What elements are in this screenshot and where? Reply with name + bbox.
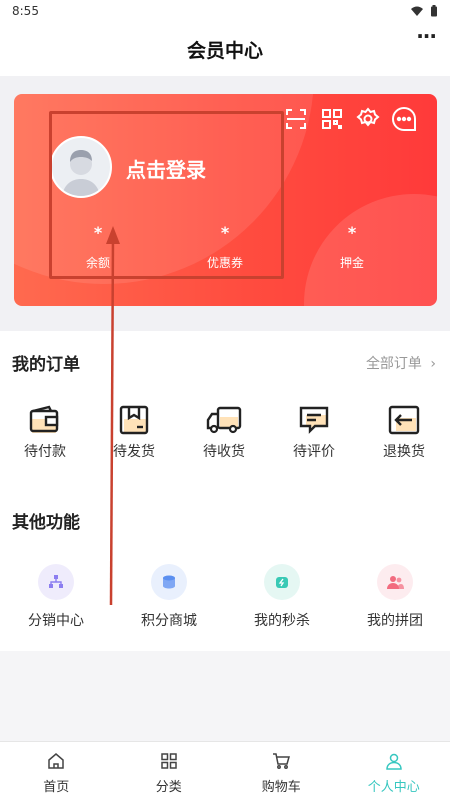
package-icon bbox=[119, 405, 149, 435]
member-card: 点击登录 * 余额 * 优惠券 * 押金 bbox=[14, 94, 437, 306]
order-label: 退换货 bbox=[383, 444, 425, 460]
tab-category[interactable]: 分类 bbox=[113, 742, 226, 801]
battery-icon bbox=[431, 5, 437, 17]
my-flash-sale[interactable]: 我的秒杀 bbox=[237, 564, 327, 630]
order-label: 待发货 bbox=[113, 444, 155, 460]
message-icon[interactable] bbox=[391, 106, 417, 132]
stat-value: * bbox=[220, 223, 230, 242]
other-functions-title: 其他功能 bbox=[12, 513, 80, 533]
tab-home[interactable]: 首页 bbox=[0, 742, 113, 801]
function-label: 分销中心 bbox=[28, 613, 84, 629]
distribution-center[interactable]: 分销中心 bbox=[11, 564, 101, 630]
bottom-tab-bar: 首页 分类 购物车 个人中心 bbox=[0, 741, 450, 801]
page-title: 会员中心 bbox=[186, 39, 263, 62]
login-link[interactable]: 点击登录 bbox=[126, 154, 206, 183]
tab-personal-center[interactable]: 个人中心 bbox=[338, 742, 450, 801]
tab-cart[interactable]: 购物车 bbox=[225, 742, 338, 801]
avatar[interactable] bbox=[50, 136, 112, 198]
status-time: 8:55 bbox=[12, 4, 39, 18]
cart-icon bbox=[273, 753, 291, 769]
comment-icon bbox=[299, 406, 329, 434]
my-group-buy[interactable]: 我的拼团 bbox=[350, 564, 440, 630]
stat-value: * bbox=[347, 223, 357, 242]
order-pending-receipt[interactable]: 待收货 bbox=[189, 405, 259, 461]
stat-balance[interactable]: * 余额 bbox=[58, 224, 138, 271]
function-label: 我的拼团 bbox=[367, 613, 423, 629]
tab-label: 购物车 bbox=[261, 780, 301, 795]
more-menu-button[interactable]: ··· bbox=[416, 24, 437, 48]
stat-deposit[interactable]: * 押金 bbox=[312, 224, 392, 271]
return-icon bbox=[388, 405, 420, 435]
order-pending-shipment[interactable]: 待发货 bbox=[99, 405, 169, 461]
wifi-icon bbox=[411, 6, 423, 16]
chevron-right-icon: › bbox=[430, 356, 436, 372]
coins-icon bbox=[151, 564, 187, 600]
stat-coupons[interactable]: * 优惠券 bbox=[185, 224, 265, 271]
order-label: 待付款 bbox=[24, 444, 66, 460]
group-buy-icon bbox=[377, 564, 413, 600]
scan-icon[interactable] bbox=[283, 106, 309, 132]
qr-code-icon[interactable] bbox=[319, 106, 345, 132]
stat-value: * bbox=[93, 223, 103, 242]
order-pending-review[interactable]: 待评价 bbox=[279, 405, 349, 461]
view-all-orders-link[interactable]: 全部订单 › bbox=[366, 353, 436, 373]
status-bar: 8:55 bbox=[0, 0, 450, 22]
wallet-icon bbox=[29, 405, 59, 433]
order-label: 待收货 bbox=[203, 444, 245, 460]
order-pending-payment[interactable]: 待付款 bbox=[10, 405, 80, 461]
stat-label: 优惠券 bbox=[206, 256, 243, 270]
page-header: 会员中心 ··· bbox=[0, 22, 450, 76]
grid-icon bbox=[161, 753, 177, 769]
truck-icon bbox=[206, 406, 242, 434]
function-label: 积分商城 bbox=[141, 613, 197, 629]
home-icon bbox=[48, 753, 64, 769]
distribution-icon bbox=[38, 564, 74, 600]
order-label: 待评价 bbox=[293, 444, 335, 460]
user-icon bbox=[385, 753, 402, 770]
tab-label: 首页 bbox=[43, 780, 70, 795]
orders-title: 我的订单 bbox=[12, 355, 80, 375]
orders-section: 我的订单 全部订单 › 待付款 待发货 待收货 待评价 退换货 bbox=[0, 331, 450, 491]
tab-label: 个人中心 bbox=[367, 780, 420, 795]
tab-label: 分类 bbox=[155, 780, 182, 795]
stat-label: 押金 bbox=[339, 256, 364, 270]
view-all-label: 全部订单 bbox=[365, 356, 422, 372]
points-mall[interactable]: 积分商城 bbox=[124, 564, 214, 630]
flash-sale-icon bbox=[264, 564, 300, 600]
order-returns[interactable]: 退换货 bbox=[369, 405, 439, 461]
function-label: 我的秒杀 bbox=[254, 613, 310, 629]
settings-icon[interactable] bbox=[355, 106, 381, 132]
stat-label: 余额 bbox=[85, 256, 110, 270]
other-functions-section: 其他功能 分销中心 积分商城 我的秒杀 我的拼团 bbox=[0, 491, 450, 651]
